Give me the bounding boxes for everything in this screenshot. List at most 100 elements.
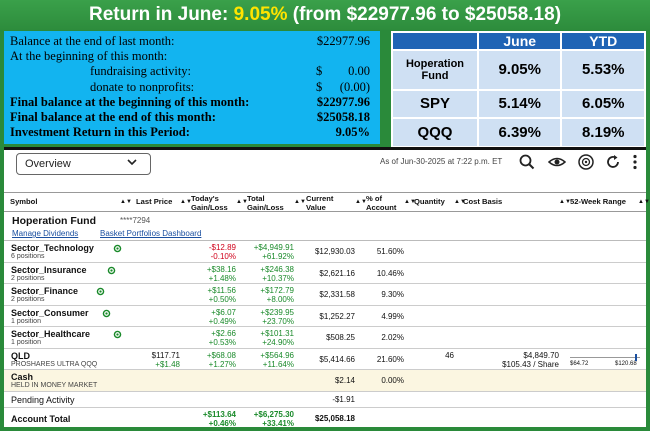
account-total-row: Account Total +$113.64 +0.46% +$6,275.30 +33… xyxy=(4,408,646,430)
row-icon xyxy=(113,330,122,339)
row-name[interactable]: QLD xyxy=(11,351,30,361)
refresh-icon[interactable] xyxy=(107,266,116,275)
current-value: $25,058.18 xyxy=(314,413,355,423)
sort-icon[interactable]: ▲▼ xyxy=(638,198,650,207)
title-suffix: (from $22977.96 to $25058.18) xyxy=(287,4,562,25)
table-row[interactable]: Sector_Healthcare 1 position +$2.66 +0.53% +… xyxy=(4,327,646,349)
summary-row: At the beginning of this month: xyxy=(10,49,374,64)
row-name[interactable]: Sector_Technology xyxy=(11,243,94,253)
refresh-icon[interactable] xyxy=(102,309,111,318)
returns-name: SPY xyxy=(393,90,477,118)
row-name[interactable]: Sector_Insurance xyxy=(11,265,87,275)
col-52-week-range[interactable]: 52-Week Range xyxy=(570,197,626,207)
positions-panel: Overview As of Jun-30-2025 at 7:22 p.m. … xyxy=(4,147,650,429)
todays-gain-pct: +0.49% xyxy=(208,316,236,326)
row-name[interactable]: Pending Activity xyxy=(11,395,75,405)
current-value: $508.25 xyxy=(326,333,355,342)
table-row[interactable]: Sector_Insurance 2 positions +$38.16 +1.48%… xyxy=(4,263,646,284)
refresh-icon[interactable] xyxy=(113,244,122,253)
account-number: ****7294 xyxy=(120,216,151,225)
summary-label: Balance at the end of last month: xyxy=(10,34,175,48)
positions-rows: Sector_Technology 6 positions -$12.89 -0.10… xyxy=(4,241,646,429)
col-pct-account-l2: Account xyxy=(366,202,397,212)
table-row[interactable]: Sector_Consumer 1 position +$6.07 +0.49% +$2… xyxy=(4,306,646,327)
col-total-gain[interactable]: Total Gain/Loss xyxy=(247,194,284,212)
view-select[interactable]: Overview xyxy=(16,153,151,175)
todays-gain-dollar: +$11.56 xyxy=(207,286,236,295)
row-subtext: 1 position xyxy=(11,339,41,346)
summary-label: fundraising activity: xyxy=(90,64,192,79)
todays-gain-pct: -0.10% xyxy=(210,252,236,261)
summary-row: Investment Return in this Period: 9.05% xyxy=(10,125,374,140)
pct-of-account: 0.00% xyxy=(381,376,404,385)
total-gain-pct: +10.37% xyxy=(262,273,294,283)
table-row[interactable]: Sector_Technology 6 positions -$12.89 -0.10… xyxy=(4,241,646,263)
last-price: $117.71 xyxy=(151,350,180,360)
col-current-value[interactable]: Current Value xyxy=(306,194,333,212)
todays-gain-dollar: +$2.66 xyxy=(211,329,236,338)
summary-value: $25058.18 xyxy=(316,109,370,124)
basket-portfolios-link[interactable]: Basket Portfolios Dashboard xyxy=(100,229,201,238)
row-name[interactable]: Sector_Finance xyxy=(11,286,78,296)
row-icon xyxy=(96,287,105,296)
manage-dividends-link[interactable]: Manage Dividends xyxy=(12,229,78,238)
range-high: $120.68 xyxy=(615,360,637,367)
summary-row: donate to nonprofits: $ (0.00) xyxy=(10,80,374,95)
eye-icon[interactable] xyxy=(548,153,566,171)
pct-of-account: 21.60% xyxy=(376,354,404,364)
total-gain-dollar: +$172.79 xyxy=(260,286,294,295)
row-name[interactable]: Cash xyxy=(11,372,33,382)
col-todays-gain[interactable]: Today's Gain/Loss xyxy=(191,194,228,212)
table-row[interactable]: Sector_Finance 2 positions +$11.56 +0.50% +$… xyxy=(4,284,646,306)
row-name[interactable]: Sector_Consumer xyxy=(11,308,89,318)
row-name[interactable]: Sector_Healthcare xyxy=(11,329,90,339)
total-gain-dollar: +$564.96 xyxy=(260,350,294,360)
returns-header-blank xyxy=(393,33,477,49)
last-price-change: +$1.48 xyxy=(155,359,180,369)
refresh-icon[interactable] xyxy=(604,153,622,171)
total-gain-pct: +61.92% xyxy=(262,252,294,261)
chevron-down-icon xyxy=(127,159,137,166)
col-pct-account[interactable]: % of Account xyxy=(366,194,397,212)
col-last-price[interactable]: Last Price xyxy=(136,197,172,207)
podcast-icon[interactable] xyxy=(577,153,595,171)
current-value: $2,621.16 xyxy=(319,268,355,278)
account-name[interactable]: Hoperation Fund xyxy=(12,215,96,227)
positions-toolbar: Overview As of Jun-30-2025 at 7:22 p.m. … xyxy=(4,150,646,190)
pct-of-account: 51.60% xyxy=(376,247,404,256)
range-track xyxy=(570,356,640,358)
total-gain-dollar: +$4,949.91 xyxy=(253,243,294,252)
table-row[interactable]: Cash HELD IN MONEY MARKET $2.14 0.00% xyxy=(4,370,646,392)
row-subtext: 1 position xyxy=(11,317,41,325)
col-cost-basis[interactable]: Cost Basis xyxy=(463,197,502,207)
current-value: $5,414.66 xyxy=(319,354,355,364)
row-subtext: 2 positions xyxy=(11,296,45,303)
row-name: Account Total xyxy=(11,413,71,424)
search-icon[interactable] xyxy=(518,153,536,171)
summary-label: At the beginning of this month: xyxy=(10,49,168,64)
table-row[interactable]: Pending Activity -$1.91 xyxy=(4,392,646,408)
sort-icon[interactable]: ▲▼ xyxy=(294,198,306,207)
refresh-icon[interactable] xyxy=(96,287,105,296)
total-gain-pct: +24.90% xyxy=(262,338,294,347)
col-todays-gain-l2: Gain/Loss xyxy=(191,202,228,212)
row-icon xyxy=(113,244,122,253)
current-value: $2,331.58 xyxy=(319,290,355,299)
total-gain-pct: +33.41% xyxy=(262,418,294,428)
refresh-icon[interactable] xyxy=(113,330,122,339)
summary-value: 0.00 xyxy=(348,64,370,79)
summary-label: Final balance at the end of this month: xyxy=(10,109,216,124)
summary-value: 9.05% xyxy=(335,125,370,140)
total-gain-dollar: +$246.38 xyxy=(260,264,294,274)
returns-june: 6.39% xyxy=(478,119,561,146)
range-low: $64.72 xyxy=(570,360,589,367)
pct-of-account: 10.46% xyxy=(376,268,404,278)
table-row[interactable]: QLD PROSHARES ULTRA QQQ $117.71 +$1.48 +$68.… xyxy=(4,349,646,370)
sort-icon[interactable]: ▲▼ xyxy=(120,198,132,207)
col-current-value-l2: Value xyxy=(306,202,326,212)
col-quantity[interactable]: Quantity xyxy=(414,197,445,207)
summary-currency: $ xyxy=(316,79,323,94)
col-total-gain-l2: Gain/Loss xyxy=(247,202,284,212)
col-symbol[interactable]: Symbol xyxy=(10,197,37,207)
more-vertical-icon[interactable] xyxy=(626,153,644,171)
